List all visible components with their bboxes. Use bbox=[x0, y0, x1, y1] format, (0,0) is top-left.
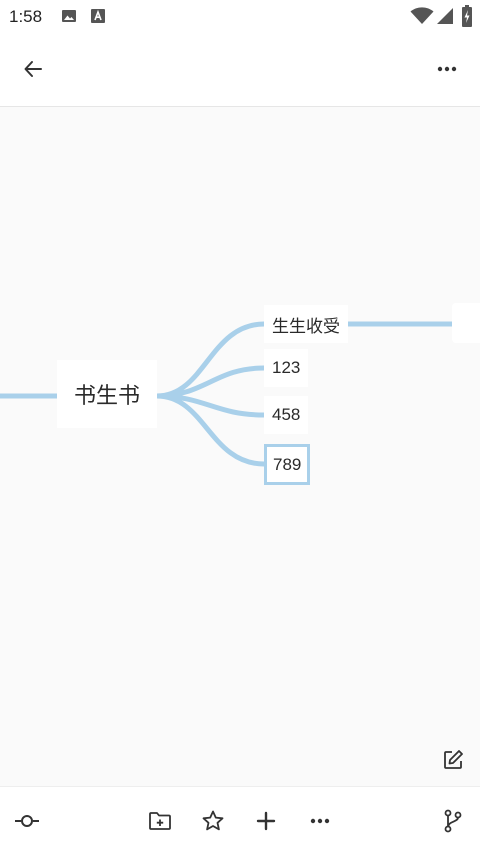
add-node-button[interactable] bbox=[247, 803, 285, 839]
root-node[interactable]: 书生书 bbox=[57, 360, 157, 428]
status-time: 1:58 bbox=[9, 7, 43, 26]
back-button[interactable] bbox=[14, 51, 52, 87]
mindmap-canvas[interactable]: 书生书 生生收受 123 458 789 bbox=[0, 107, 480, 785]
more-menu-button[interactable] bbox=[428, 51, 466, 87]
a-icon bbox=[90, 8, 106, 29]
branch-icon bbox=[444, 809, 462, 833]
wifi-icon bbox=[410, 7, 434, 30]
grandchild-node-offscreen[interactable] bbox=[452, 303, 480, 343]
app-bar bbox=[0, 32, 480, 107]
folder-add-icon bbox=[149, 812, 171, 830]
bottom-toolbar bbox=[0, 786, 480, 854]
more-horizontal-icon bbox=[437, 66, 457, 72]
add-icon bbox=[256, 811, 276, 831]
star-icon bbox=[202, 810, 224, 831]
branch-line-1 bbox=[154, 321, 267, 399]
more-options-button[interactable] bbox=[301, 803, 339, 839]
image-icon bbox=[61, 8, 77, 29]
more-icon bbox=[310, 818, 330, 824]
node-style-button[interactable] bbox=[8, 803, 46, 839]
battery-icon bbox=[462, 5, 472, 32]
arrow-left-icon bbox=[24, 61, 42, 77]
child-node-4-selected[interactable]: 789 bbox=[264, 444, 311, 485]
branch-button[interactable] bbox=[434, 803, 472, 839]
add-folder-button[interactable] bbox=[141, 803, 179, 839]
status-bar: 1:58 bbox=[0, 0, 480, 32]
node-style-icon bbox=[15, 815, 39, 827]
mindmap-branches bbox=[0, 321, 452, 467]
child-node-1[interactable]: 生生收受 bbox=[264, 305, 348, 343]
favorite-button[interactable] bbox=[194, 803, 232, 839]
signal-icon bbox=[436, 7, 454, 30]
edit-icon bbox=[444, 750, 463, 769]
child-node-3[interactable]: 458 bbox=[264, 396, 309, 434]
child-node-2[interactable]: 123 bbox=[264, 349, 309, 387]
edit-button[interactable] bbox=[438, 745, 468, 775]
